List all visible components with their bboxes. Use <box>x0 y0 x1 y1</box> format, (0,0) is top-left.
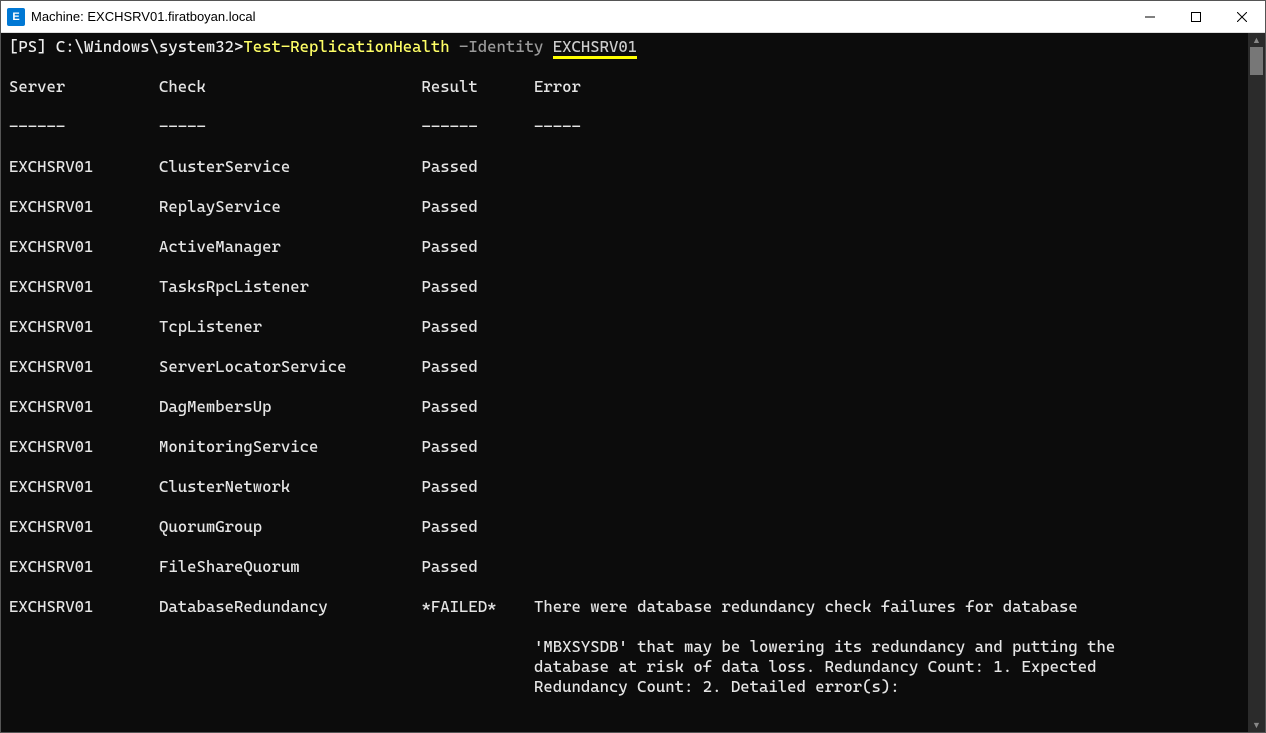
table-row: EXCHSRV01ActiveManagerPassed <box>9 237 1240 257</box>
table-row: EXCHSRV01TasksRpcListenerPassed <box>9 277 1240 297</box>
scroll-thumb[interactable] <box>1250 47 1263 75</box>
header-result: Result <box>422 77 535 97</box>
header-error: Error <box>534 77 581 97</box>
table-row: EXCHSRV01ClusterServicePassed <box>9 157 1240 177</box>
maximize-icon <box>1191 12 1201 22</box>
error-text: Redundancy Count: 2. Detailed error(s): <box>9 677 1240 697</box>
minimize-icon <box>1145 12 1155 22</box>
minimize-button[interactable] <box>1127 1 1173 32</box>
app-icon-letter: E <box>12 11 19 23</box>
table-row: EXCHSRV01QuorumGroupPassed <box>9 517 1240 537</box>
header-row: ServerCheckResultError <box>9 77 1240 97</box>
window-title: Machine: EXCHSRV01.firatboyan.local <box>31 9 1127 24</box>
terminal-output[interactable]: [PS] C:\Windows\system32>Test-Replicatio… <box>1 33 1248 732</box>
prompt-arg: EXCHSRV01 <box>553 37 637 59</box>
header-check: Check <box>159 77 422 97</box>
scroll-down-arrow-icon[interactable]: ▼ <box>1248 718 1265 732</box>
error-text: 'MBXSYSDB' that may be lowering its redu… <box>9 637 1240 657</box>
maximize-button[interactable] <box>1173 1 1219 32</box>
close-icon <box>1237 12 1247 22</box>
header-server: Server <box>9 77 159 97</box>
table-row: EXCHSRV01ServerLocatorServicePassed <box>9 357 1240 377</box>
error-text: There were database redundancy check fai… <box>534 597 1078 617</box>
scroll-up-arrow-icon[interactable]: ▲ <box>1248 33 1265 47</box>
app-icon: E <box>7 8 25 26</box>
prompt-param: -Identity <box>459 37 543 56</box>
terminal-container: [PS] C:\Windows\system32>Test-Replicatio… <box>1 33 1265 732</box>
vertical-scrollbar[interactable]: ▲ ▼ <box>1248 33 1265 732</box>
prompt-tag: [PS] <box>9 37 47 56</box>
table-row: EXCHSRV01FileShareQuorumPassed <box>9 557 1240 577</box>
table-row: EXCHSRV01DagMembersUpPassed <box>9 397 1240 417</box>
window-controls <box>1127 1 1265 32</box>
close-button[interactable] <box>1219 1 1265 32</box>
table-row: EXCHSRV01MonitoringServicePassed <box>9 437 1240 457</box>
prompt-path: C:\Windows\system32> <box>56 37 244 56</box>
table-row: EXCHSRV01ReplayServicePassed <box>9 197 1240 217</box>
table-row: EXCHSRV01ClusterNetworkPassed <box>9 477 1240 497</box>
error-text: database at risk of data loss. Redundanc… <box>9 657 1240 677</box>
table-row: EXCHSRV01TcpListenerPassed <box>9 317 1240 337</box>
prompt-command: Test-ReplicationHealth <box>243 37 449 56</box>
table-row-failed: EXCHSRV01DatabaseRedundancy*FAILED*There… <box>9 597 1240 617</box>
app-window: E Machine: EXCHSRV01.firatboyan.local [P… <box>0 0 1266 733</box>
titlebar[interactable]: E Machine: EXCHSRV01.firatboyan.local <box>1 1 1265 33</box>
header-sep: ---------------------- <box>9 117 1240 137</box>
